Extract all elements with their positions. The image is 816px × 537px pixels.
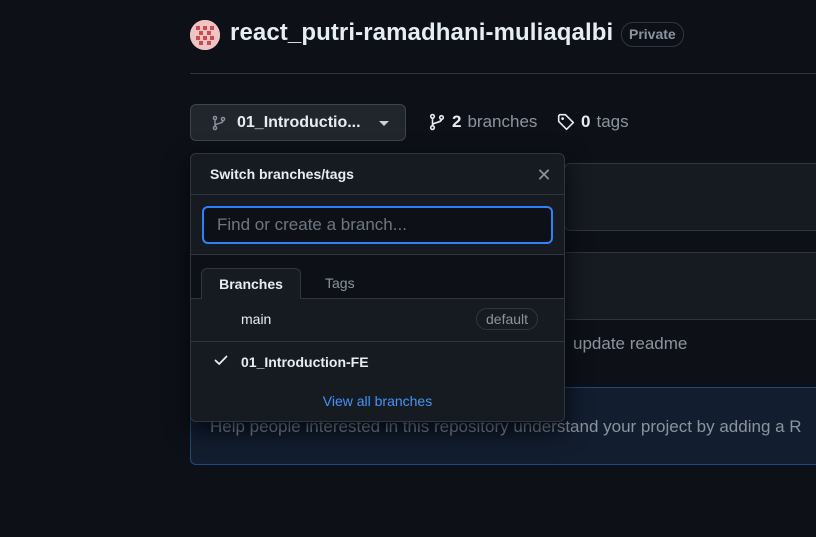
owner-avatar[interactable] bbox=[190, 20, 220, 50]
branch-name: 01_Introduction-FE bbox=[241, 354, 369, 370]
caret-down-icon bbox=[378, 121, 389, 126]
commit-message[interactable]: update readme bbox=[573, 334, 687, 354]
tag-icon bbox=[557, 113, 575, 131]
branch-item-01-introduction-fe[interactable]: 01_Introduction-FE bbox=[191, 342, 564, 383]
tab-tags[interactable]: Tags bbox=[325, 268, 355, 299]
tags-count: 0 bbox=[581, 112, 591, 131]
branch-dropdown: Switch branches/tags ✕ Branches Tags mai… bbox=[190, 153, 565, 422]
view-all-branches-link[interactable]: View all branches bbox=[191, 393, 564, 409]
visibility-badge: Private bbox=[621, 22, 684, 47]
file-box-header bbox=[564, 163, 816, 231]
branch-name: main bbox=[241, 311, 272, 327]
branches-link[interactable]: 2 branches bbox=[428, 112, 537, 132]
header-divider bbox=[190, 73, 816, 74]
dropdown-title: Switch branches/tags bbox=[210, 166, 354, 182]
branch-select-button[interactable]: 01_Introductio... bbox=[190, 104, 406, 141]
default-badge: default bbox=[476, 308, 539, 330]
tags-label: tags bbox=[596, 112, 629, 131]
divider bbox=[191, 194, 564, 195]
identicon-icon bbox=[190, 20, 220, 50]
branch-item-main[interactable]: main default bbox=[191, 299, 564, 340]
close-icon[interactable]: ✕ bbox=[535, 166, 553, 184]
git-branch-icon bbox=[429, 113, 445, 131]
branches-label: branches bbox=[467, 112, 538, 131]
file-box-row bbox=[564, 252, 816, 320]
tags-link[interactable]: 0 tags bbox=[557, 112, 629, 132]
git-branch-icon bbox=[212, 115, 226, 130]
branch-search-input[interactable] bbox=[202, 206, 553, 244]
current-branch-label: 01_Introductio... bbox=[237, 113, 361, 131]
repo-name[interactable]: react_putri-ramadhani-muliaqalbi bbox=[230, 19, 613, 47]
check-icon bbox=[214, 355, 228, 365]
branches-count: 2 bbox=[452, 112, 462, 131]
tab-branches[interactable]: Branches bbox=[201, 268, 301, 299]
